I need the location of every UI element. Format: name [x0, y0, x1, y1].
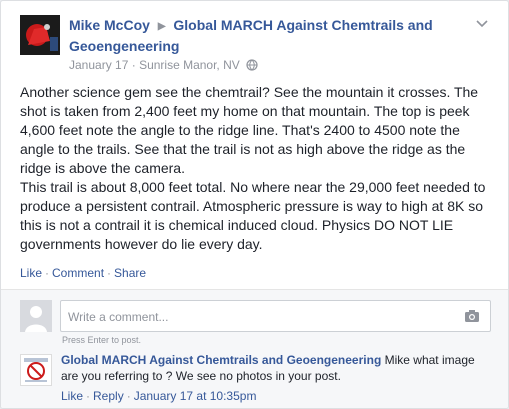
comment-actions: Like · Reply · January 17 at 10:35pm: [61, 389, 257, 403]
author-avatar[interactable]: [20, 15, 60, 55]
comment-like-button[interactable]: Like: [61, 389, 83, 403]
comments-section: Press Enter to post. Global MARCH Agains…: [1, 289, 508, 408]
author-name[interactable]: Mike McCoy: [69, 17, 150, 33]
comment-button[interactable]: Comment: [52, 266, 104, 280]
arrow-right-icon: ▶: [157, 21, 166, 32]
comment-input[interactable]: [68, 309, 448, 325]
post-meta: January 17 · Sunrise Manor, NV: [69, 57, 258, 75]
post-card: Mike McCoy ▶ Global MARCH Against Chemtr…: [0, 0, 509, 409]
share-button[interactable]: Share: [114, 266, 146, 280]
post-location[interactable]: Sunrise Manor, NV: [139, 58, 240, 72]
chevron-down-icon[interactable]: [474, 15, 490, 31]
post-actions: Like · Comment · Share: [20, 266, 147, 280]
camera-icon[interactable]: [464, 309, 480, 323]
comment-text: Global MARCH Against Chemtrails and Geoe…: [61, 352, 491, 384]
post-date[interactable]: January 17: [69, 58, 128, 72]
post-title: Mike McCoy ▶ Global MARCH Against Chemtr…: [69, 16, 479, 56]
comment-author[interactable]: Global MARCH Against Chemtrails and Geoe…: [61, 353, 381, 367]
comment-reply-button[interactable]: Reply: [93, 389, 124, 403]
comment-input-box[interactable]: [60, 300, 491, 332]
comment-timestamp[interactable]: January 17 at 10:35pm: [134, 389, 257, 403]
press-enter-hint: Press Enter to post.: [62, 335, 142, 345]
globe-icon: [246, 59, 258, 75]
user-avatar[interactable]: [20, 300, 52, 332]
post-body: Another science gem see the chemtrail? S…: [20, 84, 486, 252]
comment-item: Global MARCH Against Chemtrails and Geoe…: [20, 352, 494, 408]
post-header: Mike McCoy ▶ Global MARCH Against Chemtr…: [20, 15, 490, 75]
like-button[interactable]: Like: [20, 266, 42, 280]
group-avatar[interactable]: [20, 354, 52, 386]
